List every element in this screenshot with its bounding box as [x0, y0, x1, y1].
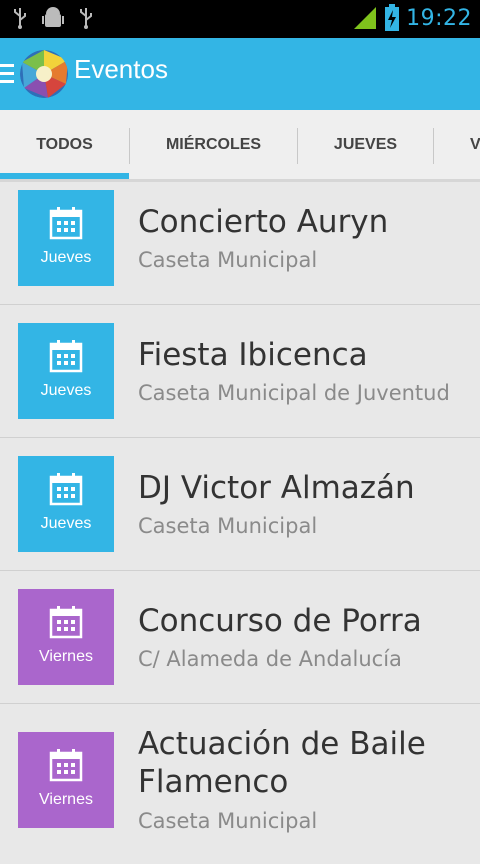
list-item[interactable]: Viernes Actuación de Baile Flamenco Case… — [0, 704, 480, 864]
day-badge: Jueves — [18, 323, 114, 419]
event-title: Concurso de Porra — [138, 603, 422, 639]
signal-icon — [354, 7, 377, 29]
tab-bar: TODOS MIÉRCOLES JUEVES V — [0, 110, 480, 182]
day-badge: Jueves — [18, 190, 114, 286]
event-title: Actuación de Baile Flamenco — [138, 726, 426, 800]
calendar-icon — [49, 749, 83, 782]
list-item[interactable]: Jueves Concierto Auryn Caseta Municipal — [0, 182, 480, 305]
tab-viernes[interactable]: V — [434, 110, 480, 179]
event-place: Caseta Municipal — [138, 809, 318, 833]
list-item[interactable]: Jueves Fiesta Ibicenca Caseta Municipal … — [0, 305, 480, 438]
tab-selected-indicator — [0, 173, 129, 179]
calendar-icon — [49, 340, 83, 373]
day-label: Viernes — [39, 791, 93, 808]
event-title: DJ Victor Almazán — [138, 470, 415, 506]
event-title: Fiesta Ibicenca — [138, 337, 368, 373]
tab-jueves[interactable]: JUEVES — [298, 110, 433, 179]
day-badge: Jueves — [18, 456, 114, 552]
list-item[interactable]: Jueves DJ Victor Almazán Caseta Municipa… — [0, 438, 480, 571]
app-logo[interactable] — [20, 50, 68, 98]
event-title: Concierto Auryn — [138, 204, 389, 240]
list-item[interactable]: Viernes Concurso de Porra C/ Alameda de … — [0, 571, 480, 704]
action-bar: Eventos — [0, 38, 480, 110]
event-place: Caseta Municipal de Juventud — [138, 381, 450, 405]
day-badge: Viernes — [18, 589, 114, 685]
usb-icon — [14, 8, 26, 29]
tab-miercoles[interactable]: MIÉRCOLES — [130, 110, 297, 179]
event-place: Caseta Municipal — [138, 514, 318, 538]
day-label: Viernes — [39, 648, 93, 665]
calendar-icon — [49, 473, 83, 506]
status-bar: 19:22 — [0, 0, 480, 38]
usb-icon — [80, 8, 92, 29]
calendar-icon — [49, 207, 83, 240]
day-label: Jueves — [40, 382, 92, 399]
day-label: Jueves — [40, 249, 92, 266]
day-badge: Viernes — [18, 732, 114, 828]
calendar-icon — [49, 606, 83, 639]
menu-icon[interactable] — [0, 64, 14, 84]
event-place: Caseta Municipal — [138, 248, 318, 272]
android-debug-icon — [42, 7, 64, 27]
day-label: Jueves — [40, 515, 92, 532]
event-place: C/ Alameda de Andalucía — [138, 647, 402, 671]
battery-charging-icon — [385, 4, 400, 31]
page-title: Eventos — [74, 54, 168, 84]
tab-todos[interactable]: TODOS — [0, 110, 129, 179]
status-time: 19:22 — [406, 5, 472, 31]
